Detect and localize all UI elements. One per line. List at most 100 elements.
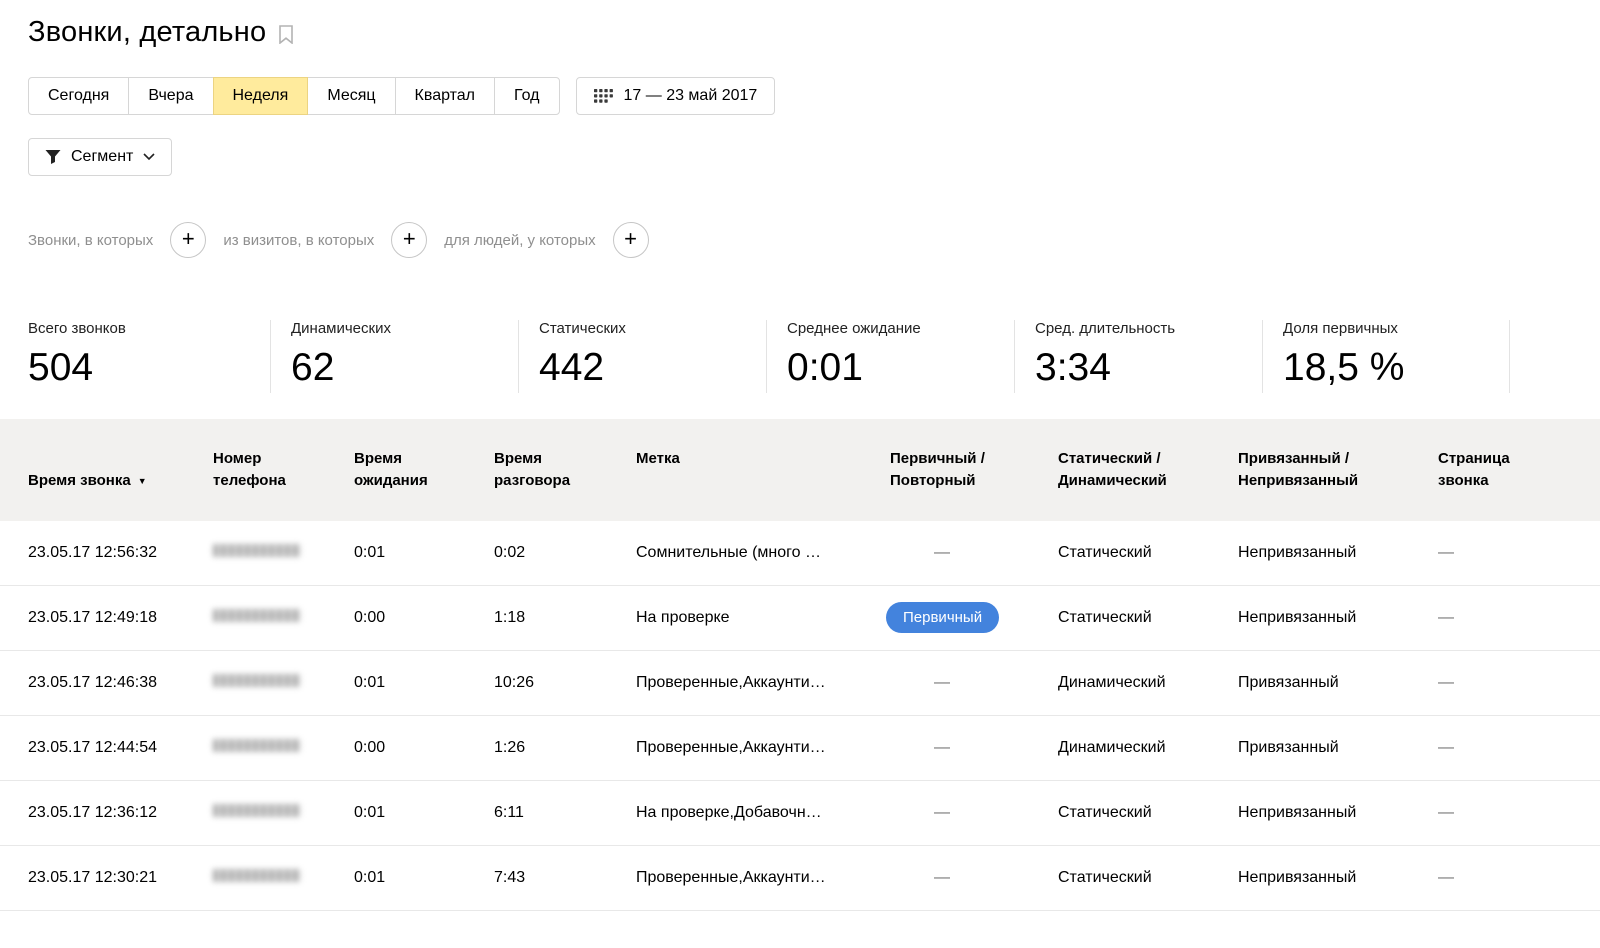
table-row: 23.05.17 12:46:38 0:01 10:26 Проверенные… — [0, 651, 1600, 716]
phone-redacted — [213, 739, 301, 752]
date-range-label: 17 — 23 май 2017 — [624, 87, 758, 105]
metric-avg-duration: Сред. длительность 3:34 — [1014, 320, 1262, 393]
add-visit-filter-button[interactable]: + — [391, 222, 427, 258]
metric-value: 62 — [291, 348, 498, 387]
metric-total-calls: Всего звонков 504 — [28, 320, 270, 393]
wait-time-cell: 0:00 — [354, 609, 494, 627]
col-phone[interactable]: Номер телефона — [213, 419, 354, 521]
bound-cell: Непривязанный — [1238, 544, 1438, 562]
metric-label: Динамических — [291, 320, 498, 337]
bound-cell: Непривязанный — [1238, 609, 1438, 627]
phone-redacted — [213, 674, 301, 687]
col-call-time[interactable]: Время звонка▼ — [28, 419, 213, 521]
primary-cell: — — [890, 869, 1058, 887]
tab-month[interactable]: Месяц — [307, 77, 395, 115]
metric-dynamic-calls: Динамических 62 — [270, 320, 518, 393]
add-people-filter-button[interactable]: + — [613, 222, 649, 258]
call-time-cell: 23.05.17 12:49:18 — [28, 609, 213, 627]
tab-week[interactable]: Неделя — [213, 77, 309, 115]
bound-cell: Непривязанный — [1238, 804, 1438, 822]
sort-desc-icon: ▼ — [138, 476, 147, 486]
bound-cell: Привязанный — [1238, 674, 1438, 692]
wait-time-cell: 0:01 — [354, 674, 494, 692]
metric-label: Доля первичных — [1283, 320, 1489, 337]
talk-time-cell: 0:02 — [494, 544, 636, 562]
phone-cell — [213, 739, 354, 757]
call-page-cell: — — [1438, 869, 1600, 887]
primary-cell: — — [890, 544, 1058, 562]
call-time-cell: 23.05.17 12:44:54 — [28, 739, 213, 757]
metric-value: 504 — [28, 348, 250, 387]
metric-first-call-share: Доля первичных 18,5 % — [1262, 320, 1510, 393]
tag-cell: Сомнительные (много … — [636, 544, 890, 562]
metric-value: 18,5 % — [1283, 348, 1489, 387]
phone-cell — [213, 609, 354, 627]
tab-year[interactable]: Год — [494, 77, 559, 115]
col-static-dynamic[interactable]: Статический / Динамический — [1058, 419, 1238, 521]
tab-yesterday[interactable]: Вчера — [128, 77, 213, 115]
primary-cell: — — [890, 674, 1058, 692]
call-page-cell: — — [1438, 804, 1600, 822]
calls-table: Время звонка▼ Номер телефона Время ожида… — [0, 419, 1600, 911]
filter-calls-label: Звонки, в которых — [28, 232, 153, 249]
col-wait-time[interactable]: Время ожидания — [354, 419, 494, 521]
bound-cell: Непривязанный — [1238, 869, 1438, 887]
period-controls: Сегодня Вчера Неделя Месяц Квартал Год 1… — [28, 77, 1572, 115]
metric-value: 3:34 — [1035, 348, 1242, 387]
metric-value: 442 — [539, 348, 746, 387]
static-dynamic-cell: Статический — [1058, 544, 1238, 562]
filter-people-label: для людей, у которых — [444, 232, 595, 249]
phone-cell — [213, 544, 354, 562]
call-time-cell: 23.05.17 12:36:12 — [28, 804, 213, 822]
static-dynamic-cell: Статический — [1058, 609, 1238, 627]
wait-time-cell: 0:01 — [354, 869, 494, 887]
bookmark-icon[interactable] — [279, 25, 293, 44]
segment-button[interactable]: Сегмент — [28, 138, 172, 176]
static-dynamic-cell: Динамический — [1058, 739, 1238, 757]
metric-avg-wait: Среднее ожидание 0:01 — [766, 320, 1014, 393]
summary-metrics: Всего звонков 504 Динамических 62 Статич… — [28, 320, 1572, 393]
chevron-down-icon — [143, 153, 155, 161]
plus-icon: + — [182, 228, 195, 250]
metric-label: Сред. длительность — [1035, 320, 1242, 337]
primary-cell: Первичный — [890, 602, 1058, 633]
static-dynamic-cell: Статический — [1058, 804, 1238, 822]
phone-cell — [213, 804, 354, 822]
metric-value: 0:01 — [787, 348, 994, 387]
wait-time-cell: 0:01 — [354, 544, 494, 562]
table-row: 23.05.17 12:36:12 0:01 6:11 На проверке,… — [0, 781, 1600, 846]
metric-label: Статических — [539, 320, 746, 337]
segment-label: Сегмент — [71, 148, 133, 166]
talk-time-cell: 1:18 — [494, 609, 636, 627]
calendar-icon — [594, 89, 613, 103]
primary-cell: — — [890, 804, 1058, 822]
call-page-cell: — — [1438, 609, 1600, 627]
wait-time-cell: 0:00 — [354, 739, 494, 757]
tab-today[interactable]: Сегодня — [28, 77, 129, 115]
tab-quarter[interactable]: Квартал — [395, 77, 495, 115]
date-range-picker[interactable]: 17 — 23 май 2017 — [576, 77, 776, 115]
metric-label: Всего звонков — [28, 320, 250, 337]
filter-visits-label: из визитов, в которых — [223, 232, 374, 249]
phone-cell — [213, 869, 354, 887]
table-row: 23.05.17 12:30:21 0:01 7:43 Проверенные,… — [0, 846, 1600, 911]
call-page-cell: — — [1438, 674, 1600, 692]
col-primary-repeat[interactable]: Первичный / Повторный — [890, 419, 1058, 521]
col-tag[interactable]: Метка — [636, 419, 890, 521]
segmentation-bar: Звонки, в которых + из визитов, в которы… — [28, 222, 1572, 258]
metric-static-calls: Статических 442 — [518, 320, 766, 393]
add-call-filter-button[interactable]: + — [170, 222, 206, 258]
col-talk-time[interactable]: Время разговора — [494, 419, 636, 521]
col-bound-unbound[interactable]: Привязанный / Непривязанный — [1238, 419, 1438, 521]
static-dynamic-cell: Статический — [1058, 869, 1238, 887]
static-dynamic-cell: Динамический — [1058, 674, 1238, 692]
talk-time-cell: 10:26 — [494, 674, 636, 692]
metric-label: Среднее ожидание — [787, 320, 994, 337]
talk-time-cell: 1:26 — [494, 739, 636, 757]
col-call-page[interactable]: Страница звонка — [1438, 419, 1600, 521]
bound-cell: Привязанный — [1238, 739, 1438, 757]
wait-time-cell: 0:01 — [354, 804, 494, 822]
page-title: Звонки, детально — [28, 16, 266, 49]
primary-badge: Первичный — [886, 602, 999, 633]
table-row: 23.05.17 12:49:18 0:00 1:18 На проверке … — [0, 586, 1600, 651]
